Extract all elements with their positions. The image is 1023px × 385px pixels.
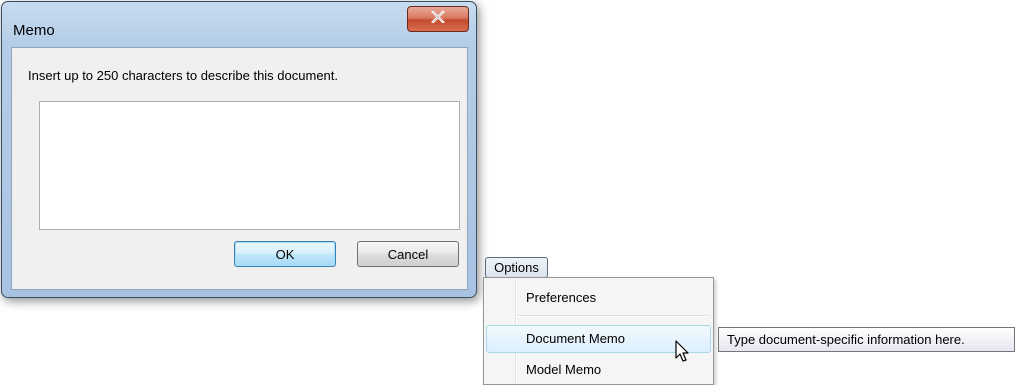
mouse-cursor-icon (675, 340, 691, 369)
options-button[interactable]: Options (485, 257, 548, 278)
cancel-button[interactable]: Cancel (357, 241, 459, 267)
memo-textarea[interactable] (39, 101, 460, 230)
close-icon (431, 10, 445, 28)
close-button[interactable] (407, 6, 469, 32)
menu-separator (517, 315, 709, 317)
memo-dialog: Memo Insert up to 250 characters to desc… (1, 1, 477, 298)
dialog-body: Insert up to 250 characters to describe … (11, 47, 468, 290)
ok-button[interactable]: OK (234, 241, 336, 267)
tooltip: Type document-specific information here. (718, 327, 1015, 352)
instruction-label: Insert up to 250 characters to describe … (28, 68, 339, 83)
dialog-title: Memo (13, 22, 55, 39)
menu-item-preferences[interactable]: Preferences (486, 284, 711, 312)
